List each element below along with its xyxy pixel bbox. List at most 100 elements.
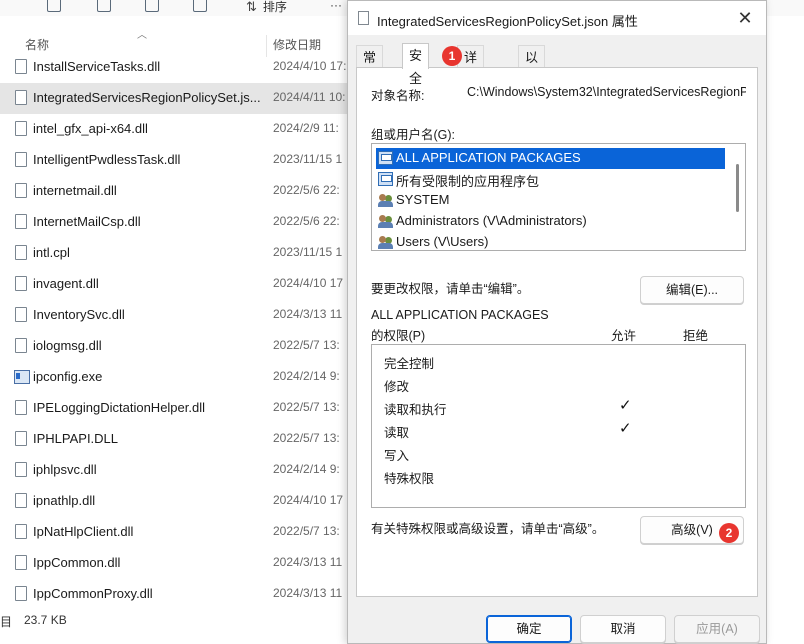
file-modified-date: 2022/5/6 22: (273, 214, 340, 228)
more-options-button[interactable]: ··· (330, 0, 342, 12)
cancel-button[interactable]: 取消 (580, 615, 666, 643)
sort-icon: ⇅ (246, 0, 257, 14)
file-icon (15, 90, 27, 105)
tab-security[interactable]: 安全 (402, 43, 430, 86)
user-name: SYSTEM (396, 192, 450, 207)
file-row[interactable]: ipconfig.exe 2024/2/14 9: (0, 362, 350, 393)
file-row[interactable]: intl.cpl 2023/11/15 1 (0, 238, 350, 269)
file-modified-date: 2024/4/10 17 (273, 276, 344, 290)
file-name: IntegratedServicesRegionPolicySet.js... (33, 90, 261, 105)
allow-check-icon: ✓ (619, 420, 632, 437)
file-row[interactable]: intel_gfx_api-x64.dll 2024/2/9 11: (0, 114, 350, 145)
file-modified-date: 2024/2/14 9: (273, 369, 340, 383)
file-name: InstallServiceTasks.dll (33, 59, 161, 74)
apply-button[interactable]: 应用(A) (674, 615, 760, 643)
user-name: ALL APPLICATION PACKAGES (396, 150, 581, 165)
group-or-user-label: 组或用户名(G): (371, 128, 456, 142)
user-group-icon (378, 193, 393, 207)
step-badge-2: 2 (719, 523, 739, 543)
file-modified-date: 2024/3/13 11 (273, 307, 343, 321)
column-modified-header[interactable]: 修改日期 (273, 36, 321, 53)
user-list-item[interactable]: Administrators (V\Administrators) (376, 211, 725, 232)
file-modified-date: 2024/2/9 11: (273, 121, 339, 135)
file-row[interactable]: IppCommon.dll 2024/3/13 11 (0, 548, 350, 579)
user-list-item[interactable]: 所有受限制的应用程序包 (376, 169, 725, 190)
user-name: Users (V\Users) (396, 234, 489, 249)
file-modified-date: 2024/3/13 11 (273, 586, 343, 600)
package-icon (378, 172, 393, 186)
deny-column-header: 拒绝 (683, 329, 709, 343)
file-name: IppCommon.dll (33, 555, 121, 570)
permission-name: 特殊权限 (384, 472, 435, 486)
file-row[interactable]: InstallServiceTasks.dll 2024/4/10 17: (0, 52, 350, 83)
delete-icon[interactable] (193, 0, 207, 12)
properties-dialog: IntegratedServicesRegionPolicySet.json 属… (347, 0, 767, 644)
application-icon (14, 369, 30, 384)
file-icon (15, 307, 27, 322)
sort-label: 排序 (262, 0, 287, 14)
file-row[interactable]: IntegratedServicesRegionPolicySet.js... 2… (0, 83, 350, 114)
file-icon (15, 586, 27, 601)
rename-icon[interactable] (97, 0, 111, 12)
file-modified-date: 2024/2/14 9: (273, 462, 340, 476)
permission-name: 完全控制 (384, 357, 435, 371)
file-icon (15, 245, 27, 260)
file-row[interactable]: invagent.dll 2024/4/10 17 (0, 269, 350, 300)
file-row[interactable]: IppCommonProxy.dll 2024/3/13 11 (0, 579, 350, 610)
file-modified-date: 2022/5/7 13: (273, 431, 340, 445)
close-button[interactable]: ✕ (730, 5, 760, 31)
user-list-item[interactable]: ALL APPLICATION PACKAGES (376, 148, 725, 169)
file-modified-date: 2022/5/7 13: (273, 400, 340, 414)
file-row[interactable]: InventorySvc.dll 2024/3/13 11 (0, 300, 350, 331)
file-icon (15, 152, 27, 167)
file-row[interactable]: IPHLPAPI.DLL 2022/5/7 13: (0, 424, 350, 455)
file-row[interactable]: internetmail.dll 2022/5/6 22: (0, 176, 350, 207)
file-row[interactable]: iologmsg.dll 2022/5/7 13: (0, 331, 350, 362)
column-name-header[interactable]: 名称 (25, 36, 49, 53)
security-panel: 对象名称: C:\Windows\System32\IntegratedServ… (356, 67, 758, 597)
sort-button[interactable]: ⇅ 排序 (246, 0, 287, 15)
tab-previous-versions[interactable]: 以前的版本 (518, 45, 546, 157)
object-name-value: C:\Windows\System32\IntegratedServicesRe… (467, 85, 746, 99)
file-row[interactable]: InternetMailCsp.dll 2022/5/6 22: (0, 207, 350, 238)
edit-button[interactable]: 编辑(E)... (640, 276, 744, 304)
user-name: 所有受限制的应用程序包 (396, 174, 540, 189)
file-name: InventorySvc.dll (33, 307, 125, 322)
file-icon (15, 338, 27, 353)
allow-column-header: 允许 (611, 329, 637, 343)
file-name: intel_gfx_api-x64.dll (33, 121, 148, 136)
file-icon (15, 400, 27, 415)
file-name: IppCommonProxy.dll (33, 586, 153, 601)
advanced-hint: 有关特殊权限或高级设置，请单击“高级”。 (371, 522, 605, 536)
file-name: internetmail.dll (33, 183, 117, 198)
file-name: IPHLPAPI.DLL (33, 431, 119, 446)
tab-general[interactable]: 常规 (356, 45, 384, 88)
file-icon (15, 121, 27, 136)
file-row[interactable]: IpNatHlpClient.dll 2022/5/7 13: (0, 517, 350, 548)
file-name: invagent.dll (33, 276, 99, 291)
share-icon[interactable] (145, 0, 159, 12)
file-icon (15, 493, 27, 508)
file-row[interactable]: ipnathlp.dll 2024/4/10 17 (0, 486, 350, 517)
file-modified-date: 2022/5/7 13: (273, 524, 340, 538)
user-group-icon (378, 214, 393, 228)
file-row[interactable]: IPELoggingDictationHelper.dll 2022/5/7 13… (0, 393, 350, 424)
change-permissions-hint: 要更改权限，请单击“编辑”。 (371, 282, 530, 296)
file-modified-date: 2024/4/11 10: (273, 90, 346, 104)
file-modified-date: 2023/11/15 1 (273, 152, 343, 166)
user-list-item[interactable]: Users (V\Users) (376, 232, 725, 250)
user-list[interactable]: ALL APPLICATION PACKAGES 所有受限制的应用程序包 SYSTE… (371, 143, 746, 251)
status-size: 23.7 KB (24, 613, 67, 627)
permission-name: 写入 (384, 449, 410, 463)
ok-button[interactable]: 确定 (486, 615, 572, 643)
file-icon (15, 431, 27, 446)
dialog-titlebar: IntegratedServicesRegionPolicySet.json 属… (348, 1, 766, 35)
file-row[interactable]: IntelligentPwdlessTask.dll 2023/11/15 1 (0, 145, 350, 176)
user-list-scrollbar[interactable] (736, 164, 739, 212)
file-row[interactable]: iphlpsvc.dll 2024/2/14 9: (0, 455, 350, 486)
copy-icon[interactable] (47, 0, 61, 12)
user-list-item[interactable]: SYSTEM (376, 190, 725, 211)
permission-name: 读取和执行 (384, 403, 447, 417)
file-modified-date: 2022/5/7 13: (273, 338, 340, 352)
permission-name: 修改 (384, 380, 410, 394)
